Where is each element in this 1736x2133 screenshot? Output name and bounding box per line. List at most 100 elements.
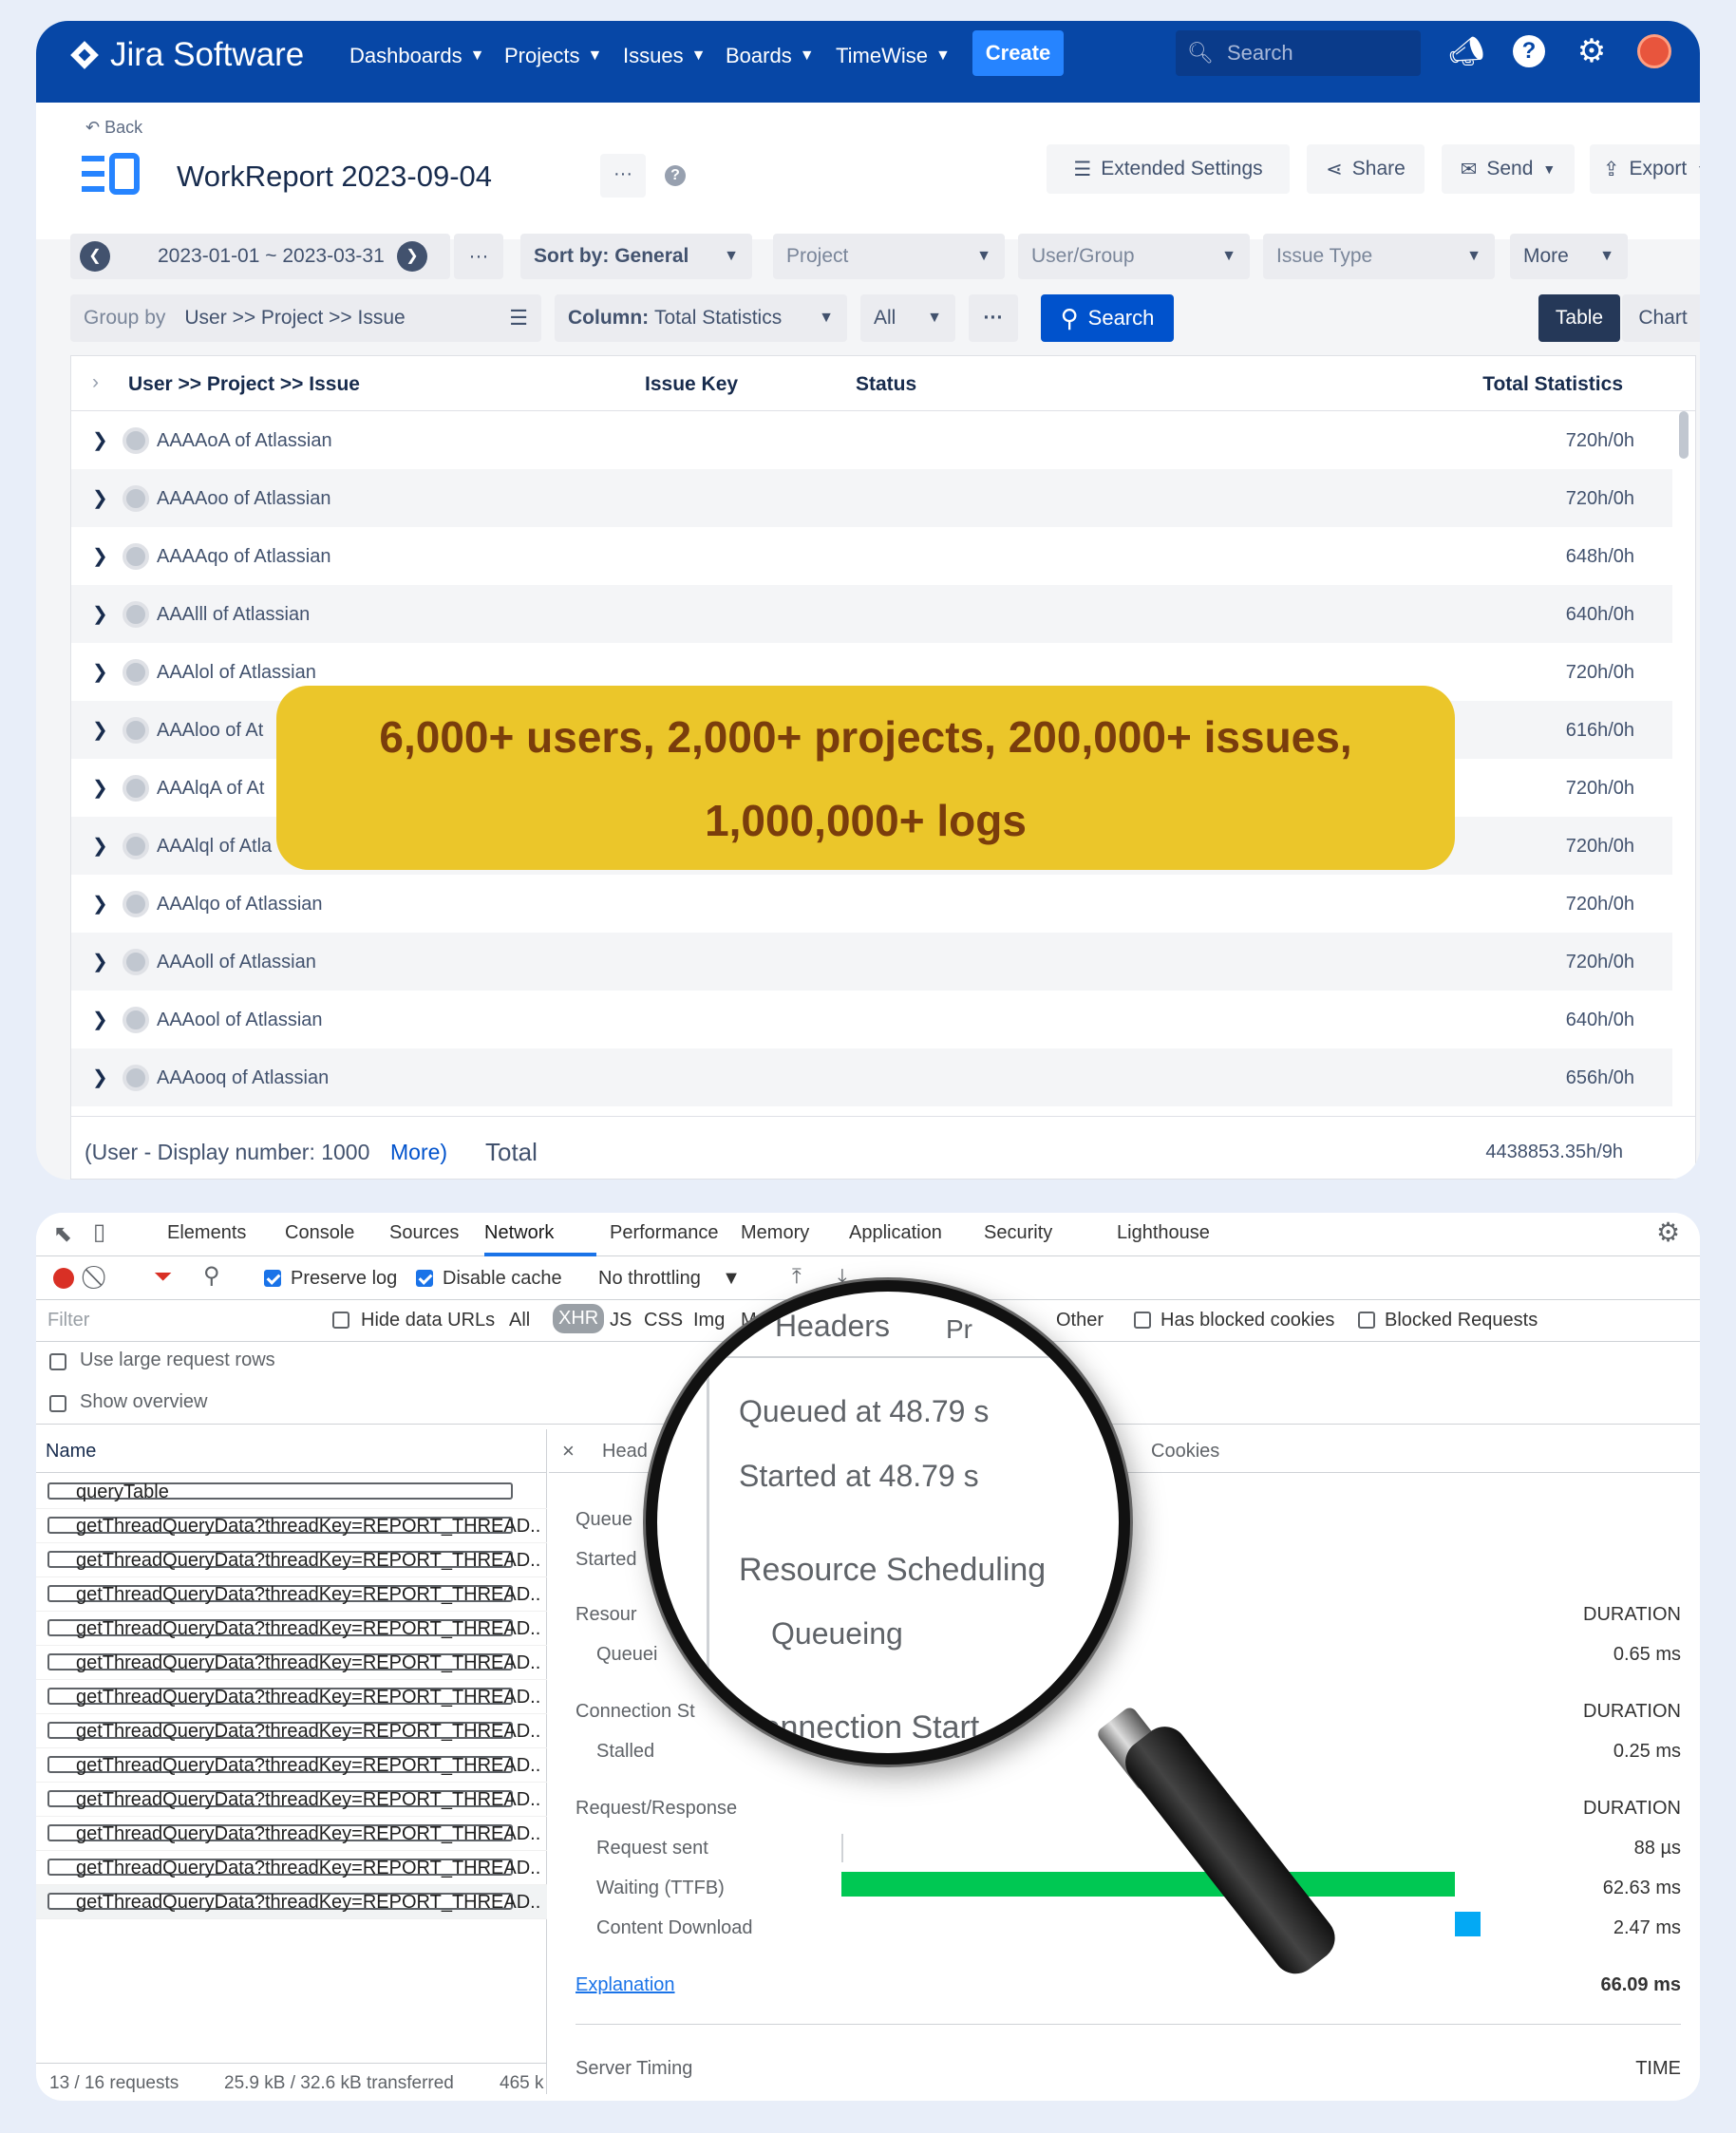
request-row[interactable]: getThreadQueryData?threadKey=REPORT_THRE… (36, 1612, 547, 1646)
more-filters-button[interactable]: More ▼ (1510, 234, 1628, 279)
table-row[interactable]: ❯ AAAool of Atlassian 640h/0h (71, 991, 1672, 1048)
table-scrollbar[interactable] (1679, 411, 1689, 459)
type-filter-all[interactable]: All (509, 1310, 530, 1331)
devtools-tab-performance[interactable]: Performance (610, 1222, 719, 1244)
expand-chevron-icon[interactable]: ❯ (92, 544, 108, 568)
inspect-icon[interactable]: ⬉ (53, 1220, 72, 1248)
global-search-input[interactable]: 🔍︎ Search (1176, 30, 1421, 76)
expand-chevron-icon[interactable]: ❯ (92, 486, 108, 510)
expand-chevron-icon[interactable]: ❯ (92, 834, 108, 858)
table-row[interactable]: ❯ AAAlll of Atlassian 640h/0h (71, 585, 1672, 643)
throttling-select[interactable]: No throttling ▼ (598, 1268, 741, 1290)
filter-icon[interactable]: ⏷ (154, 1264, 172, 1291)
devtools-tab-sources[interactable]: Sources (389, 1222, 459, 1244)
chart-view-button[interactable]: Chart (1622, 294, 1700, 342)
request-row[interactable]: getThreadQueryData?threadKey=REPORT_THRE… (36, 1646, 547, 1680)
filter-input[interactable]: Filter (47, 1310, 89, 1331)
project-select[interactable]: Project ▼ (773, 234, 1005, 279)
devtools-tab-security[interactable]: Security (984, 1222, 1052, 1244)
gear-icon[interactable]: ⚙ (1573, 32, 1611, 70)
back-link[interactable]: ↶ Back (85, 118, 142, 138)
request-row[interactable]: getThreadQueryData?threadKey=REPORT_THRE… (36, 1577, 547, 1612)
devtools-tab-network[interactable]: Network (484, 1222, 554, 1244)
group-by-select[interactable]: Group by User >> Project >> Issue ☰ (70, 294, 541, 342)
megaphone-icon[interactable]: 📣︎ (1447, 32, 1485, 70)
explanation-link[interactable]: Explanation (576, 1974, 675, 1996)
request-row[interactable]: getThreadQueryData?threadKey=REPORT_THRE… (36, 1748, 547, 1783)
name-column-header[interactable]: Name (36, 1429, 547, 1473)
expand-chevron-icon[interactable]: ❯ (92, 428, 108, 452)
type-filter-xhr[interactable]: XHR (553, 1304, 605, 1333)
table-row[interactable]: ❯ AAAAoo of Atlassian 720h/0h (71, 469, 1672, 527)
request-row[interactable]: getThreadQueryData?threadKey=REPORT_THRE… (36, 1885, 547, 1919)
table-view-button[interactable]: Table (1538, 294, 1620, 342)
request-row[interactable]: getThreadQueryData?threadKey=REPORT_THRE… (36, 1817, 547, 1851)
devtools-tab-application[interactable]: Application (849, 1222, 942, 1244)
close-icon[interactable]: × (562, 1439, 575, 1463)
more-link[interactable]: More) (390, 1140, 447, 1165)
nav-boards[interactable]: Boards ▼ (726, 44, 815, 68)
table-row[interactable]: ❯ AAAooq of Atlassian 656h/0h (71, 1048, 1672, 1106)
expand-chevron-icon[interactable]: ❯ (92, 718, 108, 742)
request-row[interactable]: getThreadQueryData?threadKey=REPORT_THRE… (36, 1714, 547, 1748)
options-more-button[interactable]: ··· (969, 294, 1018, 342)
expand-chevron-icon[interactable]: ❯ (92, 1066, 108, 1089)
search-button[interactable]: ⚲ Search (1041, 294, 1174, 342)
column-header[interactable]: Status (856, 373, 916, 396)
request-row[interactable]: getThreadQueryData?threadKey=REPORT_THRE… (36, 1543, 547, 1577)
nav-dashboards[interactable]: Dashboards ▼ (349, 44, 484, 68)
request-row[interactable]: queryTable (36, 1475, 547, 1509)
send-button[interactable]: ✉ Send ▼ (1442, 144, 1575, 194)
table-row[interactable]: ❯ AAAlqo of Atlassian 720h/0h (71, 875, 1672, 933)
devtools-tab-memory[interactable]: Memory (741, 1222, 809, 1244)
column-header[interactable]: Issue Key (645, 373, 738, 396)
blocked-requests-checkbox[interactable] (1358, 1312, 1375, 1329)
period-more-button[interactable]: ··· (454, 234, 503, 279)
expand-chevron-icon[interactable]: ❯ (92, 660, 108, 684)
issue-type-select[interactable]: Issue Type ▼ (1263, 234, 1495, 279)
type-filter-js[interactable]: JS (610, 1310, 632, 1331)
blocked-cookies-checkbox[interactable] (1134, 1312, 1151, 1329)
request-row[interactable]: getThreadQueryData?threadKey=REPORT_THRE… (36, 1783, 547, 1817)
help-icon[interactable]: ? (1510, 32, 1548, 70)
search-icon[interactable]: ⚲ (203, 1262, 220, 1290)
avatar[interactable] (1635, 32, 1673, 70)
expand-chevron-icon[interactable]: ❯ (92, 950, 108, 973)
extended-settings-button[interactable]: ☰ Extended Settings (1047, 144, 1290, 194)
column-header[interactable]: Total Statistics (1482, 373, 1623, 396)
record-icon[interactable] (53, 1268, 74, 1289)
create-button[interactable]: Create (972, 30, 1064, 76)
devtools-tab-elements[interactable]: Elements (167, 1222, 246, 1244)
nav-issues[interactable]: Issues ▼ (623, 44, 706, 68)
table-row[interactable]: ❯ AAAoll of Atlassian 720h/0h (71, 933, 1672, 991)
expand-chevron-icon[interactable]: ❯ (92, 1008, 108, 1031)
hide-data-urls-checkbox[interactable] (332, 1312, 349, 1329)
jira-logo[interactable]: Jira Software (68, 36, 304, 74)
request-row[interactable]: getThreadQueryData?threadKey=REPORT_THRE… (36, 1509, 547, 1543)
devtools-tab-lighthouse[interactable]: Lighthouse (1117, 1222, 1210, 1244)
expand-chevron-icon[interactable]: ❯ (92, 776, 108, 800)
expand-all-icon[interactable]: › (92, 371, 99, 394)
title-more-button[interactable]: ··· (600, 154, 646, 198)
settings-gear-icon[interactable]: ⚙ (1656, 1217, 1680, 1248)
expand-chevron-icon[interactable]: ❯ (92, 892, 108, 915)
prev-period-button[interactable]: ❮ (80, 241, 110, 272)
sort-select[interactable]: Sort by: General ▼ (520, 234, 752, 279)
share-button[interactable]: ⋖ Share (1307, 144, 1425, 194)
next-period-button[interactable]: ❯ (397, 241, 427, 272)
date-range-picker[interactable]: 2023-01-01 ~ 2023-03-31 (70, 234, 450, 279)
disable-cache-checkbox[interactable] (416, 1270, 433, 1287)
show-overview-checkbox[interactable] (49, 1395, 66, 1412)
request-row[interactable]: getThreadQueryData?threadKey=REPORT_THRE… (36, 1680, 547, 1714)
tab-headers[interactable]: Head (602, 1441, 648, 1463)
device-toggle-icon[interactable]: ▯ (93, 1218, 105, 1246)
table-row[interactable]: ❯ AAAAqo of Atlassian 648h/0h (71, 527, 1672, 585)
export-button[interactable]: ⇪ Export ▼ (1590, 144, 1700, 194)
nav-projects[interactable]: Projects ▼ (504, 44, 602, 68)
import-har-icon[interactable]: ⤒ (792, 1264, 802, 1289)
column-header[interactable]: User >> Project >> Issue (128, 373, 360, 396)
column-select[interactable]: Column: Total Statistics ▼ (555, 294, 847, 342)
tab-cookies[interactable]: Cookies (1151, 1441, 1219, 1463)
user-group-select[interactable]: User/Group ▼ (1018, 234, 1250, 279)
preserve-log-checkbox[interactable] (264, 1270, 281, 1287)
